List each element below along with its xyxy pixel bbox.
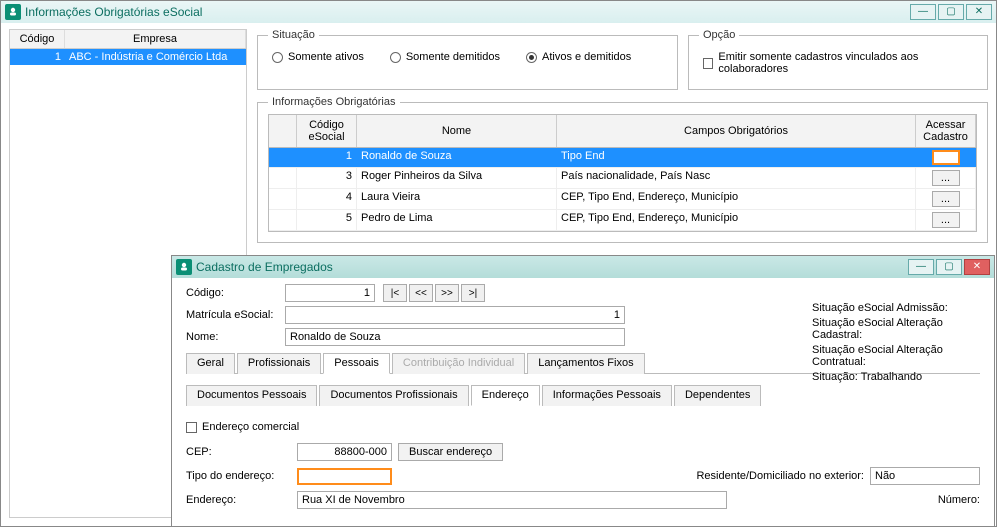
col-header-nome[interactable]: Nome bbox=[357, 115, 557, 147]
cell-campos: CEP, Tipo End, Endereço, Município bbox=[557, 210, 916, 230]
app-icon bbox=[5, 4, 21, 20]
info-legend: Informações Obrigatórias bbox=[268, 96, 400, 108]
status-admissao: Situação eSocial Admissão: bbox=[812, 302, 994, 314]
cell-campos: País nacionalidade, País Nasc bbox=[557, 168, 916, 188]
window-title: Informações Obrigatórias eSocial bbox=[25, 5, 202, 19]
codigo-field[interactable]: 1 bbox=[285, 284, 375, 302]
maximize-button[interactable]: ▢ bbox=[938, 4, 964, 20]
subtab-endereco[interactable]: Endereço bbox=[471, 385, 540, 406]
grid-row[interactable]: 5 Pedro de Lima CEP, Tipo End, Endereço,… bbox=[269, 210, 976, 231]
situacao-group: Situação Somente ativos Somente demitido… bbox=[257, 29, 678, 90]
nav-prev[interactable]: << bbox=[409, 284, 433, 302]
col-header-campos[interactable]: Campos Obrigatórios bbox=[557, 115, 916, 147]
sub-tabs: Documentos Pessoais Documentos Profissio… bbox=[186, 384, 980, 405]
radio-somente-ativos[interactable]: Somente ativos bbox=[272, 51, 364, 63]
radio-label: Somente ativos bbox=[288, 51, 364, 63]
radio-somente-demitidos[interactable]: Somente demitidos bbox=[390, 51, 500, 63]
col-header-codigo-esocial[interactable]: Código eSocial bbox=[297, 115, 357, 147]
buscar-endereco-button[interactable]: Buscar endereço bbox=[398, 443, 503, 461]
cell-campos: CEP, Tipo End, Endereço, Município bbox=[557, 189, 916, 209]
titlebar[interactable]: Cadastro de Empregados — ▢ ✕ bbox=[172, 256, 994, 278]
nav-next[interactable]: >> bbox=[435, 284, 459, 302]
radio-label: Somente demitidos bbox=[406, 51, 500, 63]
grid-row[interactable]: 3 Roger Pinheiros da Silva País nacional… bbox=[269, 168, 976, 189]
matricula-label: Matrícula eSocial: bbox=[186, 309, 281, 321]
col-header-mark[interactable] bbox=[269, 115, 297, 147]
info-obrigatorias-group: Informações Obrigatórias Código eSocial … bbox=[257, 96, 988, 243]
cell-nome: Laura Vieira bbox=[357, 189, 557, 209]
window-title: Cadastro de Empregados bbox=[196, 260, 333, 274]
tipo-endereco-label: Tipo do endereço: bbox=[186, 470, 291, 482]
tab-pessoais[interactable]: Pessoais bbox=[323, 353, 390, 374]
cell-code: 3 bbox=[297, 168, 357, 188]
residente-field[interactable]: Não bbox=[870, 467, 980, 485]
acessar-button[interactable]: ... bbox=[932, 170, 960, 186]
cep-field[interactable]: 88800-000 bbox=[297, 443, 392, 461]
cep-label: CEP: bbox=[186, 446, 291, 458]
nome-label: Nome: bbox=[186, 331, 281, 343]
tab-lancamentos[interactable]: Lançamentos Fixos bbox=[527, 353, 644, 374]
nome-field[interactable]: Ronaldo de Souza bbox=[285, 328, 625, 346]
acessar-button[interactable]: ... bbox=[932, 212, 960, 228]
empresa-row-name: ABC - Indústria e Comércio Ltda bbox=[65, 49, 246, 65]
minimize-button[interactable]: — bbox=[910, 4, 936, 20]
cell-code: 4 bbox=[297, 189, 357, 209]
subtab-dependentes[interactable]: Dependentes bbox=[674, 385, 761, 406]
situacao-legend: Situação bbox=[268, 29, 319, 41]
col-header-acessar[interactable]: Acessar Cadastro bbox=[916, 115, 976, 147]
titlebar[interactable]: Informações Obrigatórias eSocial — ▢ ✕ bbox=[1, 1, 996, 23]
opcao-legend: Opção bbox=[699, 29, 739, 41]
cell-nome: Roger Pinheiros da Silva bbox=[357, 168, 557, 188]
numero-label: Número: bbox=[938, 494, 980, 506]
checkbox-emitir-somente[interactable]: Emitir somente cadastros vinculados aos … bbox=[699, 47, 977, 79]
subtab-documentos-pessoais[interactable]: Documentos Pessoais bbox=[186, 385, 317, 406]
status-situacao: Situação: Trabalhando bbox=[812, 371, 994, 383]
subtab-informacoes-pessoais[interactable]: Informações Pessoais bbox=[542, 385, 672, 406]
empresa-row[interactable]: 1 ABC - Indústria e Comércio Ltda bbox=[10, 49, 246, 65]
matricula-field[interactable]: 1 bbox=[285, 306, 625, 324]
col-header-codigo[interactable]: Código bbox=[10, 30, 65, 48]
status-cadastral: Situação eSocial Alteração Cadastral: bbox=[812, 317, 994, 341]
radio-ativos-e-demitidos[interactable]: Ativos e demitidos bbox=[526, 51, 631, 63]
subtab-documentos-profissionais[interactable]: Documentos Profissionais bbox=[319, 385, 468, 406]
status-contratual: Situação eSocial Alteração Contratual: bbox=[812, 344, 994, 368]
tab-profissionais[interactable]: Profissionais bbox=[237, 353, 321, 374]
endereco-label: Endereço: bbox=[186, 494, 291, 506]
close-button[interactable]: ✕ bbox=[964, 259, 990, 275]
cell-campos: Tipo End bbox=[557, 148, 916, 167]
opcao-group: Opção Emitir somente cadastros vinculado… bbox=[688, 29, 988, 90]
close-button[interactable]: ✕ bbox=[966, 4, 992, 20]
status-block: Situação eSocial Admissão: Situação eSoc… bbox=[812, 302, 994, 383]
tab-geral[interactable]: Geral bbox=[186, 353, 235, 374]
residente-label: Residente/Domiciliado no exterior: bbox=[696, 470, 864, 482]
info-grid: Código eSocial Nome Campos Obrigatórios … bbox=[268, 114, 977, 232]
codigo-label: Código: bbox=[186, 287, 281, 299]
grid-row[interactable]: 1 Ronaldo de Souza Tipo End bbox=[269, 148, 976, 168]
checkbox-label: Endereço comercial bbox=[202, 421, 299, 433]
tab-contribuicao: Contribuição Individual bbox=[392, 353, 525, 374]
acessar-button[interactable]: ... bbox=[932, 191, 960, 207]
checkbox-endereco-comercial[interactable]: Endereço comercial bbox=[186, 417, 303, 437]
endereco-field[interactable]: Rua XI de Novembro bbox=[297, 491, 727, 509]
col-header-empresa[interactable]: Empresa bbox=[65, 30, 246, 48]
empresa-row-code: 1 bbox=[10, 49, 65, 65]
acessar-button[interactable] bbox=[932, 150, 960, 165]
minimize-button[interactable]: — bbox=[908, 259, 934, 275]
radio-label: Ativos e demitidos bbox=[542, 51, 631, 63]
cell-nome: Pedro de Lima bbox=[357, 210, 557, 230]
app-icon bbox=[176, 259, 192, 275]
maximize-button[interactable]: ▢ bbox=[936, 259, 962, 275]
checkbox-label: Emitir somente cadastros vinculados aos … bbox=[718, 51, 973, 75]
nav-last[interactable]: >| bbox=[461, 284, 485, 302]
grid-row[interactable]: 4 Laura Vieira CEP, Tipo End, Endereço, … bbox=[269, 189, 976, 210]
cell-nome: Ronaldo de Souza bbox=[357, 148, 557, 167]
cell-code: 1 bbox=[297, 148, 357, 167]
tipo-endereco-field[interactable] bbox=[297, 468, 392, 485]
cell-code: 5 bbox=[297, 210, 357, 230]
nav-first[interactable]: |< bbox=[383, 284, 407, 302]
